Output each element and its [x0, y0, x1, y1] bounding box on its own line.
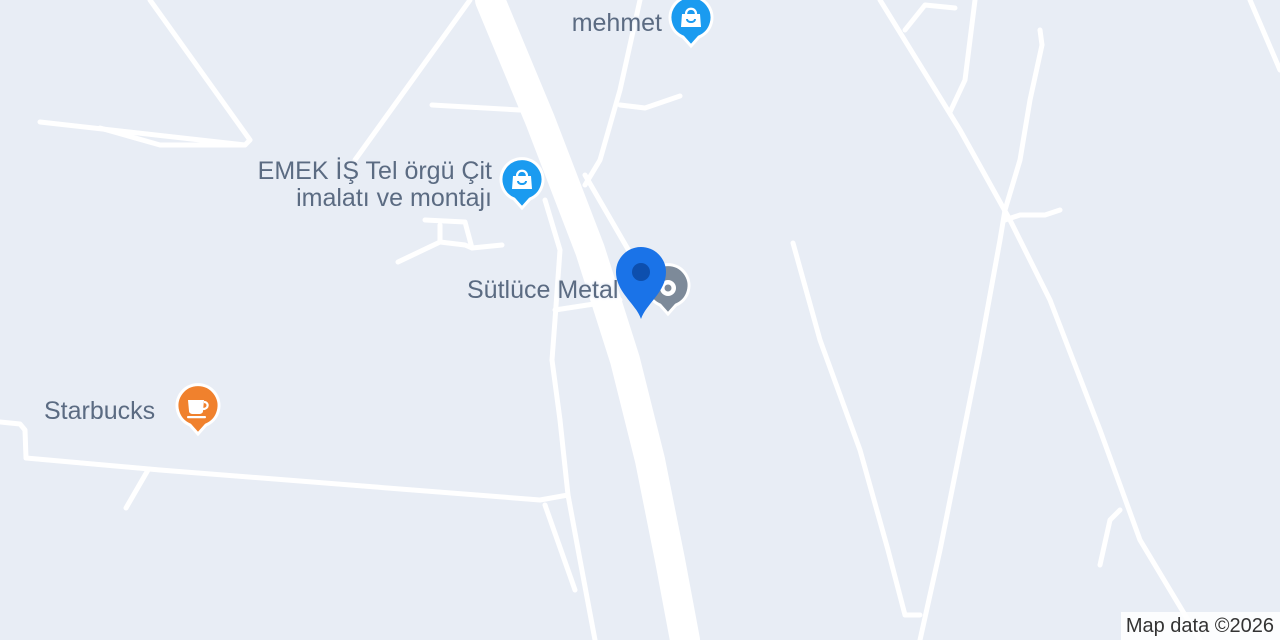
poi-label-emek[interactable]: EMEK İŞ Tel örgü Çit imalatı ve montajı — [200, 158, 492, 212]
poi-label-emek-line1: EMEK İŞ Tel örgü Çit — [257, 157, 492, 185]
coffee-cup-icon[interactable] — [173, 382, 223, 438]
poi-label-starbucks[interactable]: Starbucks — [44, 398, 155, 425]
shopping-bag-icon[interactable] — [497, 156, 547, 212]
shopping-bag-icon[interactable] — [666, 0, 716, 50]
poi-label-mehmet[interactable]: mehmet — [520, 10, 662, 37]
location-pin-icon[interactable] — [614, 246, 668, 322]
poi-label-emek-line2: imalatı ve montajı — [296, 184, 492, 212]
poi-label-sutluce[interactable]: Sütlüce Metal — [467, 277, 618, 304]
map-attribution[interactable]: Map data ©2026 — [1120, 612, 1280, 640]
